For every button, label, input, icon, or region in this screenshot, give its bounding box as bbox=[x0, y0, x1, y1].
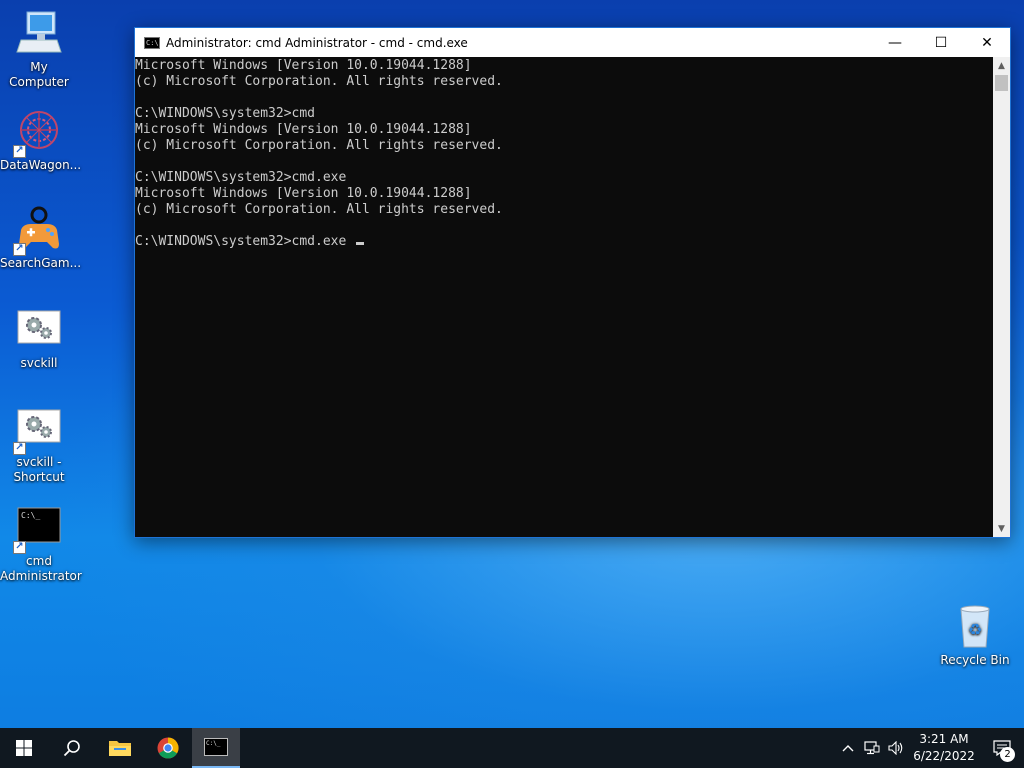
console-prompt: C:\WINDOWS\system32>cmd.exe bbox=[135, 234, 355, 249]
svg-text:C:\_: C:\_ bbox=[21, 511, 40, 520]
desktop-icon-label: cmd Administrator bbox=[0, 554, 82, 583]
cmd-app-icon: C:\ bbox=[144, 36, 160, 49]
svg-text:♻: ♻ bbox=[968, 620, 982, 639]
desktop-icon-datawagon[interactable]: ↗ DataWagon... bbox=[0, 108, 82, 173]
console-line: (c) Microsoft Corporation. All rights re… bbox=[135, 138, 503, 153]
network-icon[interactable] bbox=[860, 741, 884, 755]
start-button[interactable] bbox=[0, 728, 48, 768]
console-line: C:\WINDOWS\system32>cmd bbox=[135, 106, 316, 121]
desktop-icon-searchgam[interactable]: ↗ SearchGam... bbox=[0, 206, 82, 271]
desktop-icon-label: svckill bbox=[20, 356, 58, 370]
console-line: Microsoft Windows [Version 10.0.19044.12… bbox=[135, 122, 472, 137]
console-line: ​ bbox=[135, 218, 993, 234]
scroll-up-icon[interactable]: ▲ bbox=[993, 57, 1010, 74]
file-explorer-button[interactable] bbox=[96, 728, 144, 768]
gears-icon: ↗ bbox=[13, 405, 63, 455]
window-title: Administrator: cmd Administrator - cmd -… bbox=[166, 35, 468, 50]
console-line: ​ bbox=[135, 90, 993, 106]
desktop-icon-label: SearchGam... bbox=[0, 256, 82, 270]
console-line: C:\WINDOWS\system32>cmd.exe bbox=[135, 170, 347, 185]
console-line: (c) Microsoft Corporation. All rights re… bbox=[135, 202, 503, 217]
clock-date: 6/22/2022 bbox=[913, 749, 975, 763]
console-line: (c) Microsoft Corporation. All rights re… bbox=[135, 74, 503, 89]
console-line: Microsoft Windows [Version 10.0.19044.12… bbox=[135, 186, 472, 201]
taskbar: C:\_ 3:21 AM 6/22/2022 2 bbox=[0, 728, 1024, 768]
console-line: Microsoft Windows [Version 10.0.19044.12… bbox=[135, 58, 472, 73]
datawagon-icon: ↗ bbox=[13, 108, 63, 158]
gamepad-icon: ↗ bbox=[13, 206, 63, 256]
minimize-button[interactable]: — bbox=[872, 28, 918, 57]
file-explorer-icon bbox=[109, 741, 131, 756]
minimize-icon: — bbox=[888, 34, 902, 51]
desktop-icon-recycle-bin[interactable]: ♻ Recycle Bin bbox=[936, 603, 1014, 668]
desktop-icon-svckill[interactable]: svckill bbox=[0, 306, 78, 371]
scroll-down-icon[interactable]: ▼ bbox=[993, 520, 1010, 537]
desktop-icon-label: Recycle Bin bbox=[940, 653, 1010, 667]
desktop-icon-my-computer[interactable]: My Computer bbox=[0, 10, 78, 90]
maximize-icon: ☐ bbox=[934, 34, 948, 51]
cmd-taskbar-button[interactable]: C:\_ bbox=[192, 728, 240, 768]
recycle-bin-icon: ♻ bbox=[951, 603, 999, 651]
console-prompt-line[interactable]: C:\WINDOWS\system32>cmd.exe bbox=[135, 234, 993, 250]
notification-center-button[interactable]: 2 bbox=[980, 728, 1024, 768]
text-cursor bbox=[356, 242, 365, 245]
windows-logo-icon bbox=[16, 740, 32, 756]
cmd-icon: C:\_ bbox=[204, 738, 228, 756]
svg-text:C:\_: C:\_ bbox=[206, 740, 221, 747]
search-icon bbox=[63, 740, 80, 757]
search-button[interactable] bbox=[48, 728, 96, 768]
close-icon: ✕ bbox=[981, 34, 993, 51]
cmd-window[interactable]: C:\ Administrator: cmd Administrator - c… bbox=[134, 27, 1011, 538]
shortcut-arrow-icon: ↗ bbox=[13, 243, 26, 256]
console-line: ​ bbox=[135, 154, 993, 170]
volume-icon[interactable] bbox=[884, 741, 908, 755]
computer-icon bbox=[15, 10, 63, 58]
desktop-icon-label: DataWagon... bbox=[0, 158, 82, 172]
clock[interactable]: 3:21 AM 6/22/2022 bbox=[908, 731, 980, 765]
notification-badge: 2 bbox=[1000, 747, 1015, 762]
title-bar[interactable]: C:\ Administrator: cmd Administrator - c… bbox=[135, 28, 1010, 57]
cmd-icon: C:\_ ↗ bbox=[13, 504, 63, 554]
shortcut-arrow-icon: ↗ bbox=[13, 145, 26, 158]
close-button[interactable]: ✕ bbox=[964, 28, 1010, 57]
show-hidden-icons-icon[interactable] bbox=[836, 744, 860, 752]
vertical-scrollbar[interactable]: ▲ ▼ bbox=[993, 57, 1010, 537]
desktop-icon-label: My Computer bbox=[9, 60, 69, 89]
desktop-icon-svckill-shortcut[interactable]: ↗ svckill - Shortcut bbox=[0, 405, 78, 485]
clock-time: 3:21 AM bbox=[919, 732, 969, 746]
scrollbar-thumb[interactable] bbox=[995, 75, 1008, 91]
desktop-icon-label: svckill - Shortcut bbox=[13, 455, 65, 484]
shortcut-arrow-icon: ↗ bbox=[13, 541, 26, 554]
maximize-button[interactable]: ☐ bbox=[918, 28, 964, 57]
console-output[interactable]: Microsoft Windows [Version 10.0.19044.12… bbox=[135, 57, 993, 537]
chrome-button[interactable] bbox=[144, 728, 192, 768]
desktop-icon-cmd-administrator[interactable]: C:\_ ↗ cmd Administrator bbox=[0, 504, 82, 584]
chrome-icon bbox=[157, 737, 179, 759]
gears-icon bbox=[15, 306, 63, 354]
system-tray: 3:21 AM 6/22/2022 2 bbox=[836, 728, 1024, 768]
shortcut-arrow-icon: ↗ bbox=[13, 442, 26, 455]
